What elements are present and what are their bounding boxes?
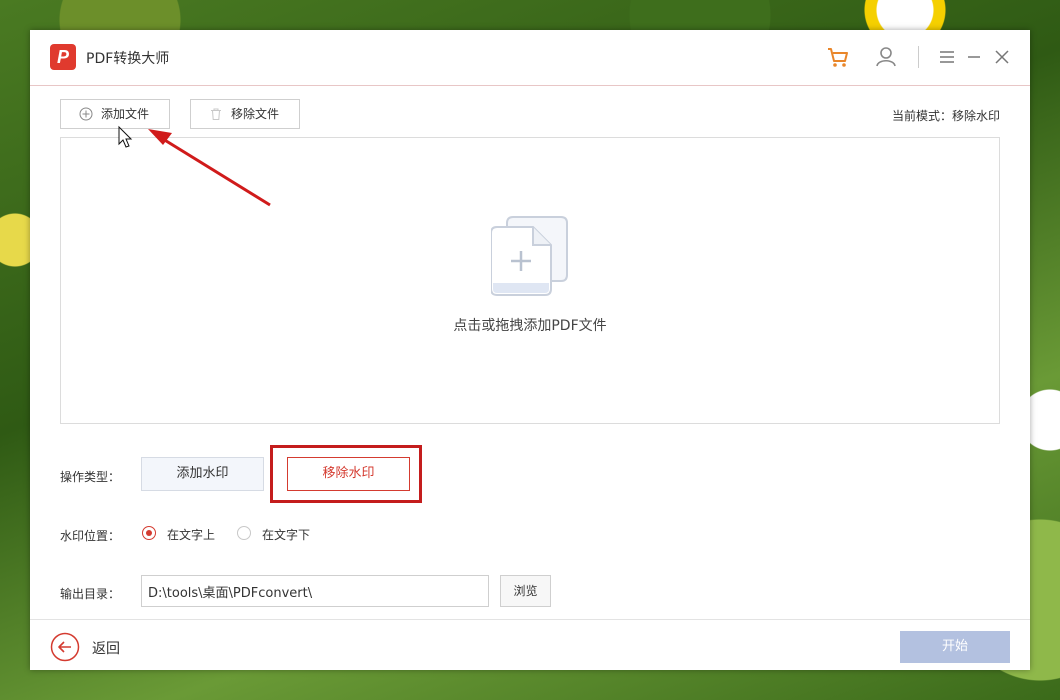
remove-watermark-button[interactable]: 移除水印 [287,457,410,491]
radio-below-text-label[interactable]: 在文字下 [262,526,310,543]
radio-above-text-label[interactable]: 在文字上 [167,526,215,543]
radio-below-text[interactable] [237,526,251,540]
add-file-button[interactable]: 添加文件 [60,99,170,129]
watermark-position-label: 水印位置： [60,529,121,543]
cart-icon[interactable] [825,44,851,70]
back-arrow-icon[interactable] [50,632,80,662]
add-pdf-file-icon [491,216,568,296]
app-window: P PDF转换大师 添加文件 移除文件 当前模式：移除水印 点击或拖拽添加PDF… [30,30,1030,670]
titlebar-separator [918,46,919,68]
add-file-label: 添加文件 [101,107,150,121]
browse-button[interactable]: 浏览 [500,575,551,607]
close-icon[interactable] [989,44,1015,70]
remove-file-label: 移除文件 [231,107,280,121]
radio-above-text[interactable] [142,526,156,540]
back-label[interactable]: 返回 [92,638,120,658]
current-mode: 当前模式：移除水印 [891,109,1000,123]
operation-type-label: 操作类型： [60,470,121,484]
file-drop-zone[interactable]: 点击或拖拽添加PDF文件 [60,137,1000,424]
plus-circle-icon [79,107,93,121]
app-title: PDF转换大师 [86,51,170,67]
drop-zone-hint: 点击或拖拽添加PDF文件 [453,318,607,334]
output-path-input[interactable] [141,575,489,607]
output-dir-label: 输出目录： [60,587,121,601]
remove-file-button[interactable]: 移除文件 [190,99,300,129]
menu-icon[interactable] [934,44,960,70]
user-icon[interactable] [873,44,899,70]
minimize-icon[interactable] [961,44,987,70]
app-logo: P [50,44,76,70]
add-watermark-button[interactable]: 添加水印 [141,457,264,491]
title-bar: P PDF转换大师 [30,30,1030,86]
footer-bar: 返回 开始 [30,619,1030,671]
trash-icon [211,108,221,120]
start-button[interactable]: 开始 [900,631,1010,663]
